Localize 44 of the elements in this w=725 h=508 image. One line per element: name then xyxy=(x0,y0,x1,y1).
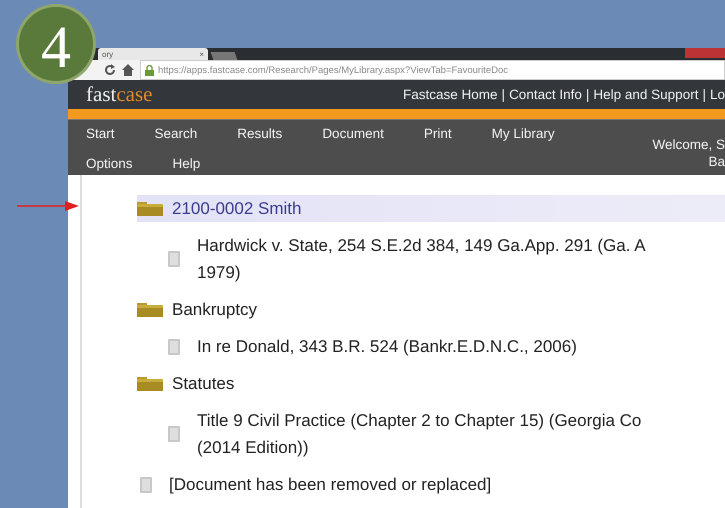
new-tab-button[interactable] xyxy=(210,52,238,60)
tree-row[interactable]: Statutes xyxy=(137,370,725,398)
nav-menu-item[interactable]: My Library xyxy=(492,126,555,141)
folder-icon xyxy=(137,302,163,317)
nav-menu-item[interactable]: Start xyxy=(86,126,115,141)
header-link[interactable]: Contact Info xyxy=(509,87,582,102)
folder-label[interactable]: 2100-0002 Smith xyxy=(172,195,302,222)
document-link[interactable]: [Document has been removed or replaced] xyxy=(169,471,492,498)
folder-icon xyxy=(137,202,163,216)
document-icon xyxy=(168,338,180,355)
address-bar[interactable]: https://apps.fastcase.com/Research/Pages/MyLibrary.aspx?ViewTab=FavouriteDoc xyxy=(140,60,725,80)
tree-row[interactable]: In re Donald, 343 B.R. 524 (Bankr.E.D.N.C., 2006) xyxy=(168,333,725,360)
document-link[interactable]: In re Donald, 343 B.R. 524 (Bankr.E.D.N.C., 2006) xyxy=(197,333,577,360)
home-icon[interactable] xyxy=(122,64,134,76)
document-link[interactable]: Hardwick v. State, 254 S.E.2d 384, 149 Ga.App. 291 (Ga. A 1979) xyxy=(197,232,646,286)
tree-row[interactable]: Bankruptcy xyxy=(137,296,725,324)
link-separator: | xyxy=(702,87,706,102)
nav-menu-item[interactable]: Print xyxy=(424,126,452,141)
document-icon xyxy=(140,476,152,493)
folder-label[interactable]: Statutes xyxy=(172,370,234,398)
document-link[interactable]: Title 9 Civil Practice (Chapter 2 to Chapter 15) (Georgia Co (2014 Edition)) xyxy=(197,407,642,462)
header-link[interactable]: Help and Support xyxy=(593,87,698,102)
header-link[interactable]: Lo xyxy=(710,87,725,102)
nav-menu-item[interactable]: Results xyxy=(237,126,282,141)
browser-tab[interactable]: ory × xyxy=(98,48,208,60)
document-icon xyxy=(168,251,180,268)
header-link[interactable]: Fastcase Home xyxy=(403,87,498,102)
reload-icon[interactable] xyxy=(104,64,116,76)
link-separator: | xyxy=(586,87,590,102)
document-icon xyxy=(168,426,180,442)
link-separator: | xyxy=(502,87,506,102)
step-number-badge: 4 xyxy=(16,4,96,84)
tree-row[interactable]: Hardwick v. State, 254 S.E.2d 384, 149 Ga.App. 291 (Ga. A 1979) xyxy=(168,232,725,286)
lock-icon xyxy=(145,64,154,76)
nav-menu-item[interactable]: Options xyxy=(86,156,133,171)
nav-menu-item[interactable]: Document xyxy=(322,126,384,141)
folder-icon xyxy=(137,376,163,391)
fastcase-logo[interactable]: fastcase xyxy=(86,82,152,108)
nav-menu-item[interactable]: Search xyxy=(154,126,198,141)
welcome-text: Welcome, S Ba xyxy=(652,136,725,171)
tree-row[interactable]: [Document has been removed or replaced] xyxy=(140,471,725,498)
tree-row[interactable]: Title 9 Civil Practice (Chapter 2 to Chapter 15) (Georgia Co (2014 Edition)) xyxy=(168,407,725,462)
nav-menu-item[interactable]: Help xyxy=(172,156,200,171)
folder-label[interactable]: Bankruptcy xyxy=(172,296,258,324)
